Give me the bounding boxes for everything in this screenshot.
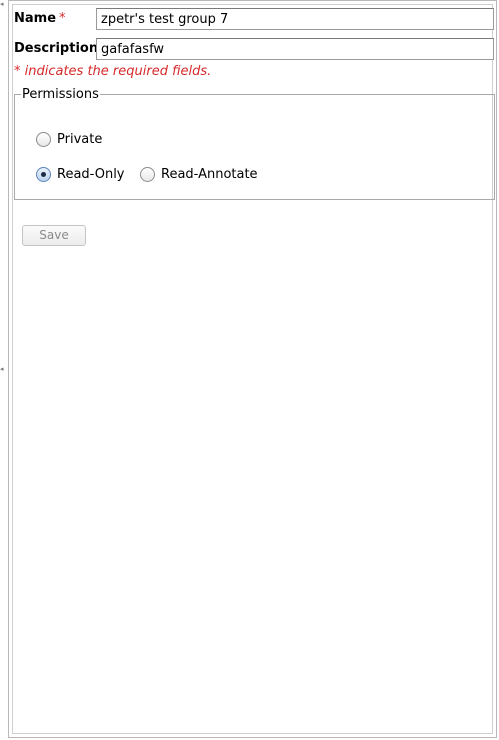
name-row: Name * — [14, 11, 66, 26]
private-radio[interactable] — [36, 132, 51, 147]
name-field[interactable] — [96, 8, 494, 30]
description-row: Description — [14, 41, 98, 56]
required-fields-note: * indicates the required fields. — [14, 64, 212, 79]
save-button[interactable]: Save — [22, 225, 86, 246]
permission-option-private[interactable]: Private — [36, 132, 102, 147]
private-label: Private — [57, 132, 103, 147]
permission-option-read-only[interactable]: Read-Only — [36, 167, 125, 182]
permissions-legend: Permissions — [21, 87, 100, 102]
permission-option-read-annotate[interactable]: Read-Annotate — [140, 167, 258, 182]
description-field[interactable] — [96, 38, 494, 60]
frame-side-marker: ◂ — [0, 365, 4, 373]
description-label: Description — [14, 41, 99, 56]
read-annotate-label: Read-Annotate — [161, 167, 258, 182]
required-star: * — [59, 11, 66, 26]
frame-corner-marker: ◂ — [0, 0, 4, 8]
name-label: Name * — [14, 11, 66, 26]
read-only-label: Read-Only — [57, 167, 125, 182]
name-label-text: Name — [14, 11, 57, 26]
read-annotate-radio[interactable] — [140, 167, 155, 182]
read-only-radio[interactable] — [36, 167, 51, 182]
permissions-fieldset: Permissions Private Read-Only Read-Annot… — [14, 87, 495, 200]
